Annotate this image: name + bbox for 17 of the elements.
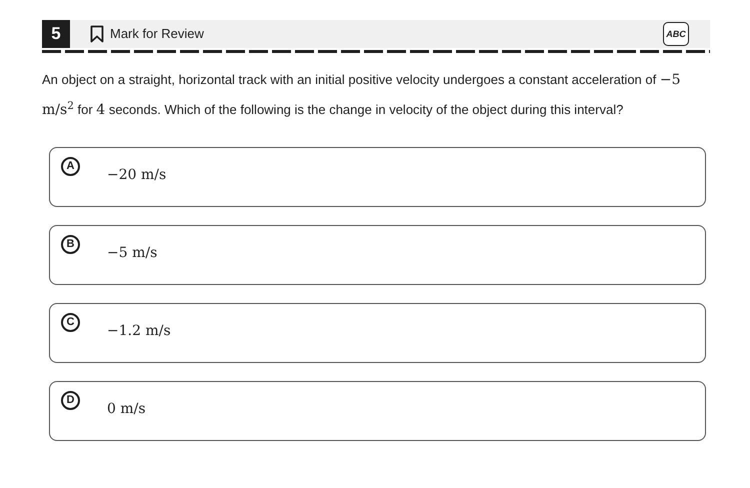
question-number: 5 <box>42 20 70 48</box>
question-text: An object on a straight, horizontal track with an initial positive velocity undergoes a constant acceleration of −5 m/s$^{2}$ for 4 seconds. Which of the following is the change in velocity of the object during this interval? <box>42 71 682 120</box>
answer-option[interactable]: C −1.2 m/s <box>49 303 706 363</box>
bookmark-icon <box>90 25 104 43</box>
answer-option[interactable]: A −20 m/s <box>49 147 706 207</box>
option-text: −20 m/s <box>107 166 166 185</box>
option-letter: C <box>61 313 80 332</box>
option-text: −5 m/s <box>107 244 158 263</box>
answer-option[interactable]: B −5 m/s <box>49 225 706 285</box>
option-letter: D <box>61 391 80 410</box>
mark-for-review-button[interactable]: Mark for Review <box>90 24 204 44</box>
option-letter: B <box>61 235 80 254</box>
option-text: 0 m/s <box>107 400 146 419</box>
option-text: −1.2 m/s <box>107 322 171 341</box>
option-letter: A <box>61 157 80 176</box>
answer-eliminator-button[interactable]: ABC <box>663 22 689 46</box>
answer-option[interactable]: D 0 m/s <box>49 381 706 441</box>
